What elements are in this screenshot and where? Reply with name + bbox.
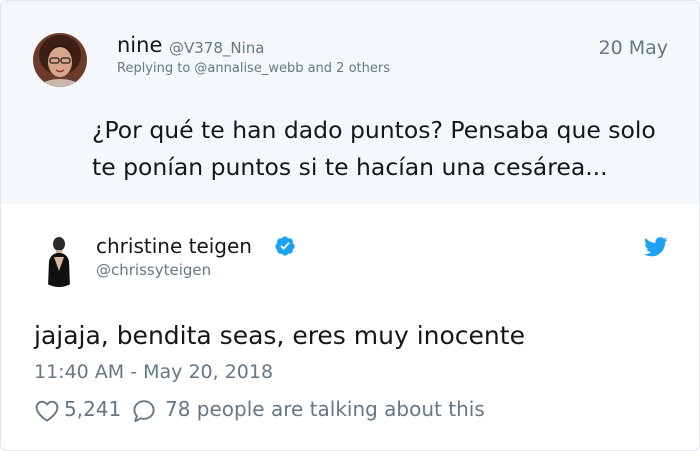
author-avatar[interactable] <box>33 231 85 287</box>
reply-author-handle[interactable]: @V378_Nina <box>169 39 264 57</box>
author-handle[interactable]: @chrissyteigen <box>96 261 211 279</box>
reply-text-line: ¿Por qué te han dado puntos? Pensaba que… <box>92 116 656 144</box>
reply-text: ¿Por qué te han dado puntos? Pensaba que… <box>92 112 692 186</box>
heart-icon[interactable] <box>35 400 59 422</box>
tweet-text: jajaja, bendita seas, eres muy inocente <box>34 321 525 350</box>
reply-author-avatar[interactable] <box>33 33 87 87</box>
tweet-timestamp[interactable]: 11:40 AM - May 20, 2018 <box>34 361 273 383</box>
author-name[interactable]: christine teigen <box>96 234 252 258</box>
replying-to-label: Replying to @annalise_webb and 2 others <box>117 61 390 76</box>
reply-bubble-icon[interactable] <box>132 399 156 423</box>
tweet-embed-card: nine @V378_Nina 20 May Replying to @anna… <box>0 0 700 451</box>
reply-text-line: te ponían puntos si te hacían una cesáre… <box>92 153 608 181</box>
replied-tweet[interactable]: nine @V378_Nina 20 May Replying to @anna… <box>1 1 699 204</box>
like-count[interactable]: 5,241 <box>64 397 121 421</box>
twitter-bird-icon[interactable] <box>644 237 668 257</box>
verified-badge-icon <box>275 236 295 256</box>
conversation-count[interactable]: 78 people are talking about this <box>165 397 485 421</box>
reply-author-name[interactable]: nine <box>117 33 162 57</box>
reply-date[interactable]: 20 May <box>599 37 669 59</box>
